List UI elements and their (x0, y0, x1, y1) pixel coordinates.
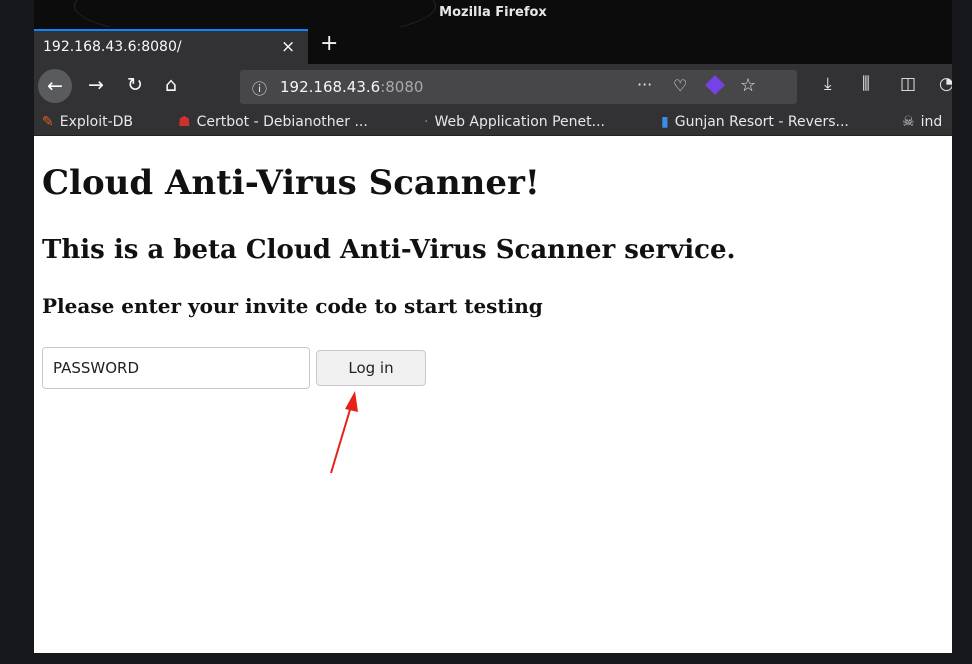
red-arrow-annotation (330, 391, 358, 474)
site-info-icon[interactable]: ⓘ (252, 78, 267, 99)
back-icon[interactable]: ← (38, 69, 72, 103)
desktop-background-bottom (0, 653, 972, 664)
tab-label: 192.168.43.6:8080/ (43, 39, 182, 55)
bookmark-web-app-pentest[interactable]: · Web Application Penet... (424, 114, 605, 130)
bookmark-label: Web Application Penet... (434, 114, 605, 130)
url-port: :8080 (380, 78, 424, 96)
url-bar[interactable]: ⓘ 192.168.43.6:8080 ··· ♡ ☆ (240, 70, 797, 104)
bookmark-exploit-db[interactable]: ✎ Exploit-DB (42, 114, 133, 130)
bookmark-label: Gunjan Resort - Revers... (674, 114, 849, 130)
pocket-icon[interactable]: ♡ (673, 76, 687, 95)
sidebar-icon[interactable]: ◫ (900, 74, 916, 94)
chart-icon: ▮ (661, 114, 669, 130)
bookmark-ind[interactable]: ☠ ind (902, 114, 942, 130)
arrow-shaft (330, 402, 353, 474)
bookmark-gunjan-resort[interactable]: ▮ Gunjan Resort - Revers... (661, 114, 849, 130)
bookmark-label: Exploit-DB (59, 114, 134, 130)
certbot-icon: ☗ (178, 114, 191, 130)
library-icon[interactable]: ⫼ (862, 74, 870, 94)
new-tab-icon[interactable]: + (320, 31, 338, 56)
navigation-toolbar: ← → ↻ ⌂ ⓘ 192.168.43.6:8080 ··· ♡ ☆ ⤓ ⫼ … (34, 64, 952, 111)
extension-icon[interactable] (705, 75, 725, 95)
bookmarks-toolbar: ✎ Exploit-DB ☗ Certbot - Debianother ... ·… (34, 111, 952, 136)
page-title: Cloud Anti-Virus Scanner! (42, 163, 540, 203)
page-content: Cloud Anti-Virus Scanner! This is a beta… (34, 149, 952, 653)
skull-icon: ☠ (902, 114, 915, 130)
desktop-background-right (952, 0, 972, 664)
tab-close-icon[interactable]: × (281, 37, 295, 57)
tab-active[interactable]: 192.168.43.6:8080/ × (34, 29, 308, 64)
login-button[interactable]: Log in (316, 350, 426, 386)
bookmark-label: Certbot - Debianother ... (196, 114, 368, 130)
invite-code-input[interactable] (42, 347, 310, 389)
window-title: Mozilla Firefox (439, 5, 547, 20)
page-subtitle: This is a beta Cloud Anti-Virus Scanner … (42, 235, 736, 265)
url-text: 192.168.43.6:8080 (280, 78, 423, 96)
reload-icon[interactable]: ↻ (127, 74, 143, 96)
bookmark-label: ind (920, 114, 943, 130)
account-icon[interactable]: ◔ (939, 74, 952, 94)
home-icon[interactable]: ⌂ (165, 74, 177, 96)
bookmark-certbot[interactable]: ☗ Certbot - Debianother ... (178, 114, 368, 130)
title-bar: Mozilla Firefox (34, 0, 952, 42)
forward-icon[interactable]: → (88, 74, 104, 96)
browser-window: Mozilla Firefox 192.168.43.6:8080/ × + ←… (34, 0, 952, 653)
tab-strip: 192.168.43.6:8080/ × + (34, 27, 952, 64)
desktop-background (0, 0, 34, 664)
page-actions-icon[interactable]: ··· (637, 75, 652, 94)
url-host: 192.168.43.6 (280, 78, 381, 96)
exploit-db-icon: ✎ (42, 114, 54, 130)
download-icon[interactable]: ⤓ (824, 74, 832, 94)
arrow-head (345, 391, 358, 412)
webapp-icon: · (424, 114, 429, 130)
bookmark-star-icon[interactable]: ☆ (740, 75, 756, 96)
invite-prompt: Please enter your invite code to start t… (42, 294, 543, 318)
